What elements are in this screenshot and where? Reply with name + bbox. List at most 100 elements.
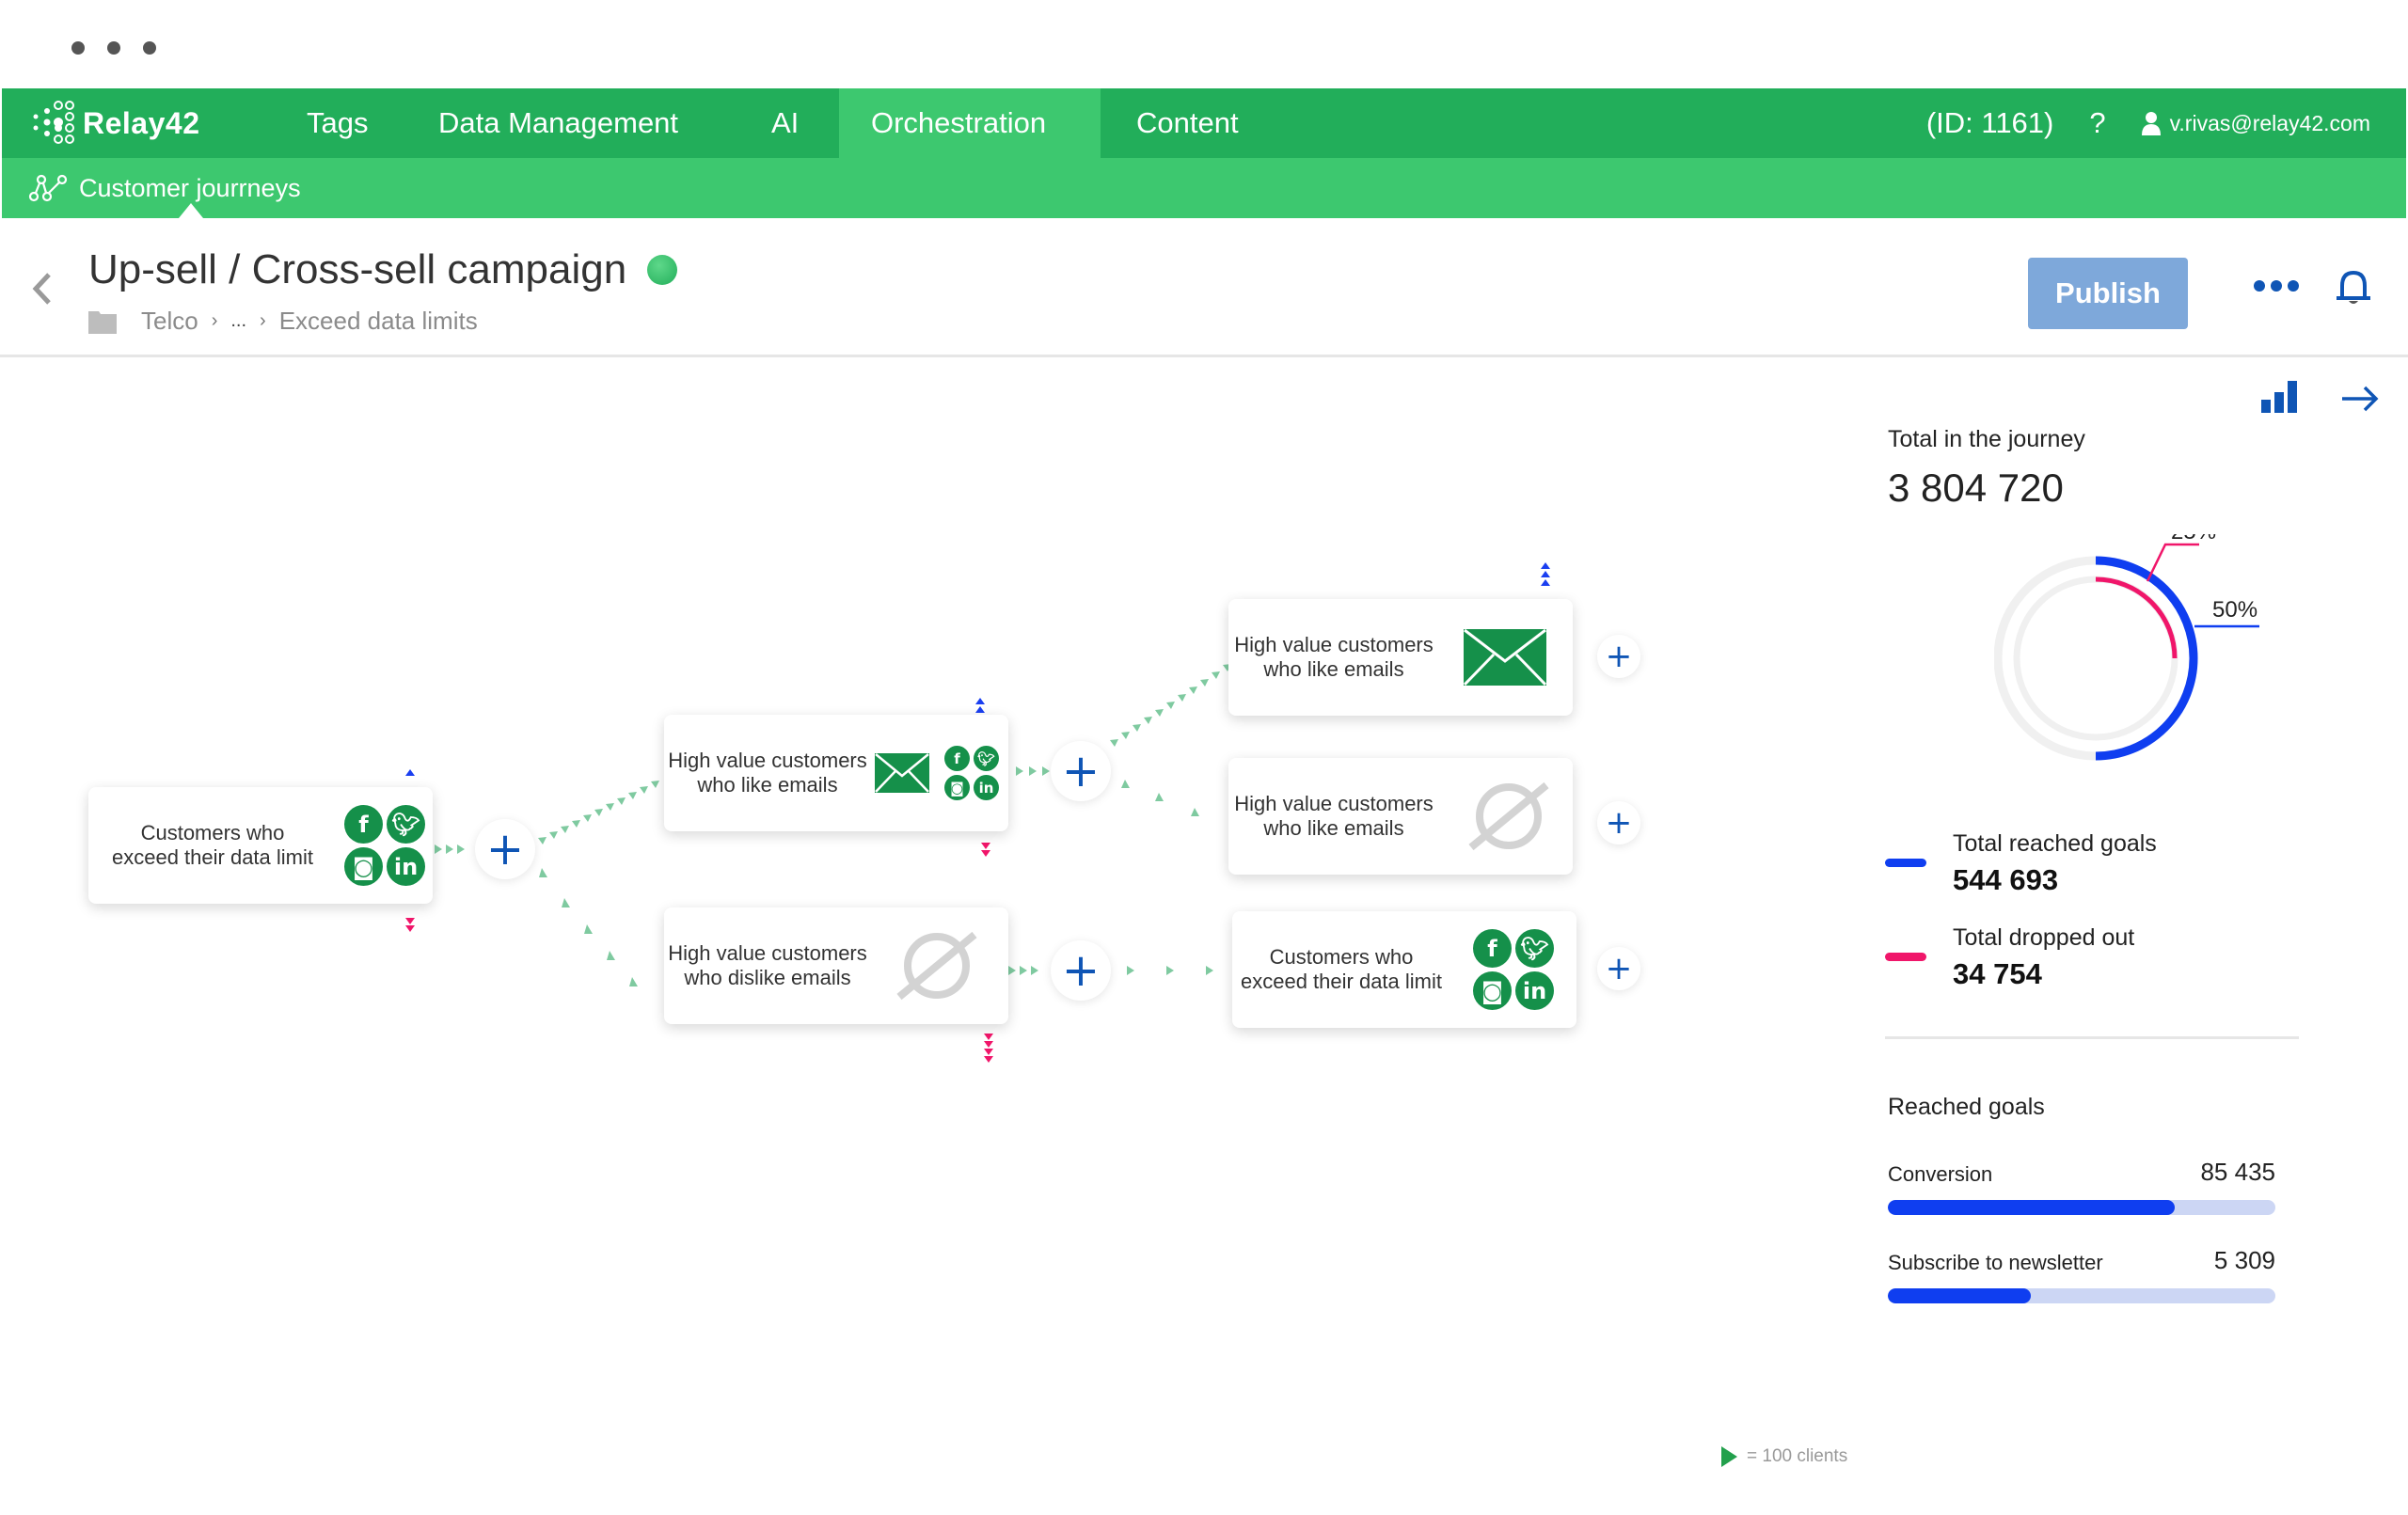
reached-swatch	[1885, 859, 1926, 867]
email-icon	[875, 753, 929, 793]
journey-icon	[28, 174, 68, 202]
bell-icon[interactable]	[2333, 267, 2374, 308]
instagram-icon: ◙	[344, 847, 383, 886]
nav-orchestration[interactable]: Orchestration	[839, 88, 1101, 158]
node-label: High value customers who like emails	[1234, 792, 1434, 840]
goal-progress-fill	[1888, 1200, 2175, 1215]
user-icon	[2141, 112, 2161, 135]
linkedin-icon: in	[1515, 971, 1554, 1010]
instagram-icon: ◙	[944, 775, 970, 800]
publish-button[interactable]: Publish	[2028, 258, 2188, 329]
journey-node[interactable]: High value customers who like emails	[1228, 599, 1573, 716]
node-label: Customers who exceed their data limit	[1241, 945, 1442, 993]
nav-label: Orchestration	[871, 106, 1047, 139]
facebook-icon: f	[1473, 929, 1512, 968]
goal-progress-track	[1888, 1200, 2275, 1215]
add-step-button[interactable]: +	[1597, 635, 1640, 678]
journey-node[interactable]: Customers who exceed their data limit f …	[88, 787, 433, 904]
email-icon	[1464, 629, 1546, 686]
page-title: Up-sell / Cross-sell campaign	[88, 246, 678, 293]
logo-dots-icon	[33, 101, 74, 144]
nav-label: Tags	[307, 106, 369, 139]
channel-icons: f 🐦︎ ◙ in	[1473, 929, 1554, 1010]
user-menu[interactable]: v.rivas@relay42.com	[2141, 111, 2370, 136]
goal-value: 85 435	[2200, 1158, 2275, 1186]
reached-value: 544 693	[1953, 863, 2059, 896]
channel-icons: f 🐦︎ ◙ in	[344, 805, 425, 886]
node-label: High value customers who like emails	[1234, 633, 1434, 681]
breadcrumb-item[interactable]: Telco	[141, 307, 198, 336]
relay42-logo[interactable]: Relay42	[30, 100, 199, 147]
nav-label: AI	[771, 106, 800, 139]
twitter-icon: 🐦︎	[1515, 929, 1554, 968]
brand-name: Relay42	[83, 105, 200, 140]
twitter-icon: 🐦︎	[387, 805, 425, 844]
node-label: High value customers who dislike emails	[668, 941, 867, 989]
dropped-pct-label: 25%	[2171, 534, 2216, 544]
goals-title: Reached goals	[1888, 1094, 2045, 1120]
back-chevron-icon[interactable]	[28, 265, 56, 312]
breadcrumb: Telco › ... › Exceed data limits	[88, 307, 478, 336]
window-dot[interactable]	[71, 41, 85, 55]
twitter-icon: 🐦︎	[974, 746, 999, 771]
help-button[interactable]: ?	[2089, 106, 2105, 140]
breadcrumb-item[interactable]: Exceed data limits	[279, 307, 478, 336]
goal-value: 5 309	[2213, 1246, 2275, 1274]
client-marker-icon	[1721, 1446, 1737, 1467]
breadcrumb-item[interactable]: ...	[230, 310, 246, 332]
stats-panel: Total in the journey 3 804 720 25% 50% T…	[1872, 360, 2408, 1515]
more-options-button[interactable]	[2254, 280, 2299, 292]
folder-icon	[88, 310, 117, 334]
flow-legend: = 100 clients	[1721, 1446, 1847, 1467]
nav-label: Content	[1136, 106, 1239, 139]
account-id: (ID: 1161)	[1925, 106, 2054, 139]
add-step-button[interactable]: +	[1051, 940, 1111, 1001]
goal-label: Conversion	[1888, 1162, 1993, 1186]
active-indicator	[179, 203, 203, 218]
goal-item: Subscribe to newsletter 5 309	[1888, 1246, 2275, 1303]
reached-arc	[2095, 556, 2198, 761]
nav-tags[interactable]: Tags	[275, 88, 400, 158]
top-navigation: Relay42 Tags Data Management AI Orchestr…	[2, 88, 2406, 158]
goal-progress-track	[1888, 1288, 2275, 1303]
reached-pct-label: 50%	[2212, 597, 2258, 623]
subnav-label: Customer jourrneys	[79, 173, 301, 202]
legend-text: = 100 clients	[1747, 1446, 1848, 1466]
dropped-out-legend: Total dropped out 34 754	[1885, 924, 2134, 991]
status-indicator	[647, 255, 678, 285]
add-step-button[interactable]: +	[1597, 801, 1640, 844]
add-step-button[interactable]: +	[1597, 947, 1640, 990]
empty-channel-icon	[896, 931, 977, 1001]
window-dot[interactable]	[107, 41, 120, 55]
divider	[1885, 1036, 2299, 1039]
journey-node[interactable]: High value customers who like emails	[1228, 758, 1573, 875]
breadcrumb-separator: ›	[260, 310, 266, 331]
facebook-icon: f	[944, 746, 970, 771]
nav-content[interactable]: Content	[1104, 88, 1271, 158]
facebook-icon: f	[344, 805, 383, 844]
nav-ai[interactable]: AI	[739, 88, 831, 158]
reached-label: Total reached goals	[1953, 830, 2157, 857]
arrow-right-icon[interactable]	[2340, 385, 2380, 413]
goal-label: Subscribe to newsletter	[1888, 1251, 2103, 1274]
goal-item: Conversion 85 435	[1888, 1158, 2275, 1215]
node-label: High value customers who like emails	[668, 749, 867, 797]
dropped-value: 34 754	[1953, 957, 2042, 990]
window-dot[interactable]	[143, 41, 156, 55]
subnav-customer-journeys[interactable]: Customer jourrneys	[28, 158, 301, 218]
linkedin-icon: in	[974, 775, 999, 800]
add-step-button[interactable]: +	[475, 819, 535, 879]
add-step-button[interactable]: +	[1051, 741, 1111, 801]
sub-navigation: Customer jourrneys	[2, 158, 2406, 218]
dropped-label: Total dropped out	[1953, 924, 2135, 951]
nav-label: Data Management	[438, 106, 679, 139]
nav-data-management[interactable]: Data Management	[406, 88, 710, 158]
dropped-swatch	[1885, 953, 1926, 961]
journey-canvas: Customers who exceed their data limit f …	[0, 360, 1844, 1515]
linkedin-icon: in	[387, 847, 425, 886]
bar-chart-icon[interactable]	[2261, 381, 2299, 413]
journey-node[interactable]: High value customers who dislike emails	[664, 907, 1008, 1024]
journey-node[interactable]: High value customers who like emails f 🐦…	[664, 715, 1008, 831]
journey-node[interactable]: Customers who exceed their data limit f …	[1232, 911, 1576, 1028]
empty-channel-icon	[1468, 781, 1549, 851]
